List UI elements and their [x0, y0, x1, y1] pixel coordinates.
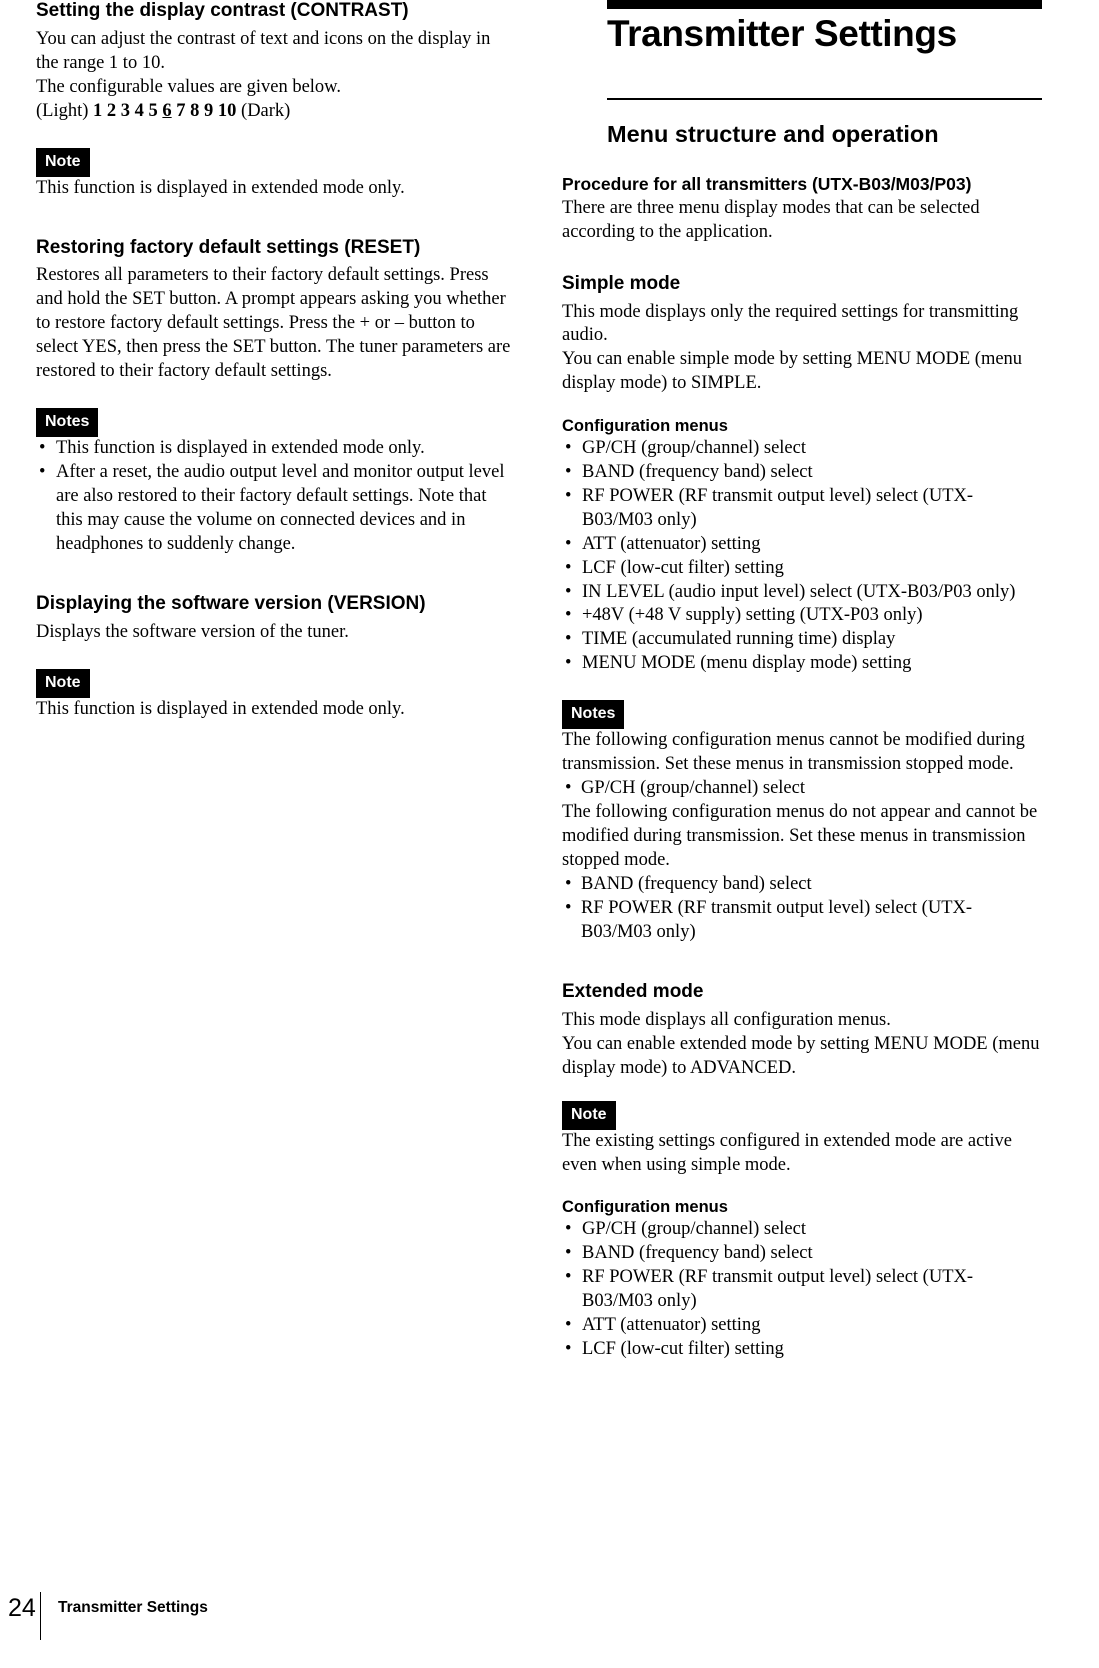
- section-rule: [607, 98, 1042, 101]
- note-block-version: Note This function is displayed in exten…: [36, 668, 516, 722]
- heading-reset: Restoring factory default settings (RESE…: [36, 236, 421, 258]
- chapter-rule: [607, 0, 1042, 9]
- list-item: LCF (low-cut filter) setting: [562, 557, 1042, 581]
- note-text-extended-mode: The existing settings configured in exte…: [562, 1130, 1013, 1175]
- heading-simple-mode: Simple mode: [562, 272, 681, 294]
- note-badge: Note: [36, 147, 90, 177]
- list-item: ATT (attenuator) setting: [562, 533, 1042, 557]
- list-item: ATT (attenuator) setting: [562, 1314, 1042, 1338]
- notes-block-simple-mode: Notes The following configuration menus …: [562, 700, 1042, 945]
- list-item: BAND (frequency band) select: [562, 873, 1042, 897]
- list-item: After a reset, the audio output level an…: [36, 461, 516, 557]
- list-item: +48V (+48 V supply) setting (UTX-P03 onl…: [562, 604, 1042, 628]
- contrast-scale-values-before: 1 2 3 4 5: [93, 100, 163, 121]
- list-item: This function is displayed in extended m…: [36, 437, 516, 461]
- paragraph-version: Displays the software version of the tun…: [36, 621, 349, 642]
- paragraph-extended-mode: This mode displays all configuration men…: [562, 1009, 1040, 1078]
- contrast-scale-values-after: 7 8 9 10: [171, 100, 237, 121]
- running-head: Transmitter Settings: [58, 1599, 208, 1616]
- list-item: MENU MODE (menu display mode) setting: [562, 652, 1042, 676]
- heading-contrast: Setting the display contrast (CONTRAST): [36, 0, 409, 21]
- note-text-contrast: This function is displayed in extended m…: [36, 177, 405, 198]
- heading-procedure: Procedure for all transmitters (UTX-B03/…: [562, 174, 972, 195]
- notes-text-2: The following configuration menus do not…: [562, 802, 1038, 871]
- list-item: GP/CH (group/channel) select: [562, 1218, 1042, 1242]
- section-title: Menu structure and operation: [607, 120, 939, 147]
- notes-list-reset: This function is displayed in extended m…: [36, 437, 516, 557]
- contrast-scale-suffix: (Dark): [236, 100, 291, 121]
- list-item: RF POWER (RF transmit output level) sele…: [562, 485, 1042, 533]
- notes-text-1: The following configuration menus cannot…: [562, 730, 1025, 775]
- contrast-scale-prefix: (Light): [36, 100, 94, 121]
- paragraph-simple-mode: This mode displays only the required set…: [562, 301, 1023, 394]
- heading-version: Displaying the software version (VERSION…: [36, 592, 426, 614]
- note-badge: Note: [562, 1100, 616, 1130]
- page-footer: 24 Transmitter Settings: [0, 1592, 1099, 1640]
- list-item: RF POWER (RF transmit output level) sele…: [562, 1266, 1042, 1314]
- config-menus-list-extended: GP/CH (group/channel) select BAND (frequ…: [562, 1218, 1042, 1362]
- heading-config-menus-extended: Configuration menus: [562, 1198, 728, 1217]
- notes-list-2: BAND (frequency band) select RF POWER (R…: [562, 873, 1042, 945]
- note-block-extended-mode: Note The existing settings configured in…: [562, 1100, 1042, 1178]
- list-item: LCF (low-cut filter) setting: [562, 1338, 1042, 1362]
- heading-config-menus-simple: Configuration menus: [562, 417, 728, 436]
- document-page: Setting the display contrast (CONTRAST) …: [0, 0, 1099, 1668]
- list-item: GP/CH (group/channel) select: [562, 437, 1042, 461]
- contrast-scale-line: (Light) 1 2 3 4 5 6 7 8 9 10 (Dark): [36, 100, 516, 124]
- list-item: TIME (accumulated running time) display: [562, 628, 1042, 652]
- page-number: 24: [8, 1594, 36, 1622]
- list-item: BAND (frequency band) select: [562, 1242, 1042, 1266]
- notes-list-1: GP/CH (group/channel) select: [562, 777, 1042, 801]
- right-column: Transmitter Settings Menu structure and …: [562, 0, 1042, 1362]
- chapter-title: Transmitter Settings: [607, 13, 957, 54]
- left-column: Setting the display contrast (CONTRAST) …: [36, 0, 516, 722]
- list-item: IN LEVEL (audio input level) select (UTX…: [562, 581, 1042, 605]
- notes-block-reset: Notes This function is displayed in exte…: [36, 408, 516, 557]
- paragraph-contrast: You can adjust the contrast of text and …: [36, 28, 491, 97]
- notes-badge: Notes: [562, 700, 625, 730]
- contrast-scale-default: 6: [162, 100, 172, 121]
- config-menus-list-simple: GP/CH (group/channel) select BAND (frequ…: [562, 437, 1042, 677]
- list-item: BAND (frequency band) select: [562, 461, 1042, 485]
- paragraph-reset: Restores all parameters to their factory…: [36, 265, 511, 382]
- note-block-contrast: Note This function is displayed in exten…: [36, 147, 516, 201]
- note-text-version: This function is displayed in extended m…: [36, 698, 405, 719]
- footer-divider: [40, 1592, 41, 1640]
- note-badge: Note: [36, 668, 90, 698]
- paragraph-procedure: There are three menu display modes that …: [562, 197, 980, 242]
- list-item: RF POWER (RF transmit output level) sele…: [562, 897, 1042, 945]
- list-item: GP/CH (group/channel) select: [562, 777, 1042, 801]
- heading-extended-mode: Extended mode: [562, 980, 704, 1002]
- notes-badge: Notes: [36, 408, 99, 438]
